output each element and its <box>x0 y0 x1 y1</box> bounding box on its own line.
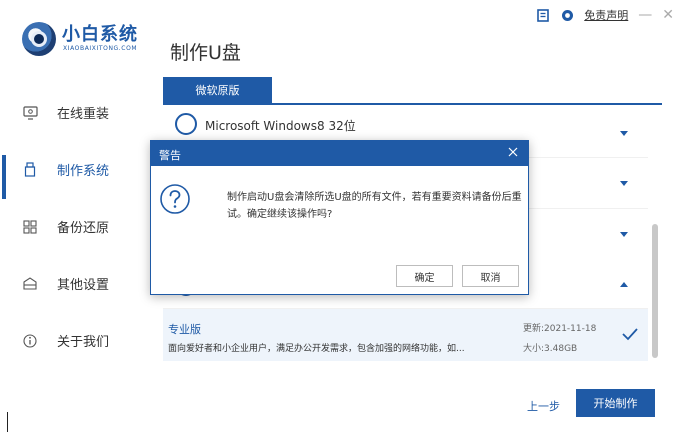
close-button[interactable]: ✕ <box>662 8 674 22</box>
disclaimer-link[interactable]: 免责声明 <box>584 7 628 23</box>
dialog-message: 制作启动U盘会清除所选U盘的所有文件，若有重要资料请备份后重试。确定继续该操作吗… <box>227 192 522 220</box>
window-edge-mark <box>0 412 8 432</box>
sidebar: 在线重装 制作系统 备份还原 其他设置 关于我们 <box>0 84 150 369</box>
box-icon <box>22 276 38 292</box>
sidebar-item-other-settings[interactable]: 其他设置 <box>0 255 150 312</box>
warning-dialog: 警告 制作启动U盘会清除所选U盘的所有文件，若有重要资料请备份后重试。确定继续该… <box>150 140 529 295</box>
close-icon[interactable] <box>506 145 520 159</box>
edition-update-date: 更新:2021-11-18 <box>523 324 597 334</box>
start-making-button[interactable]: 开始制作 <box>576 389 655 417</box>
os-name: Microsoft Windows8 32位 <box>205 119 356 133</box>
edition-size: 大小:3.48GB <box>523 344 578 354</box>
list-scrollbar[interactable] <box>652 224 658 358</box>
sidebar-item-label: 其他设置 <box>57 278 110 293</box>
active-indicator <box>2 155 6 199</box>
edition-title: 专业版 <box>168 323 201 336</box>
question-icon <box>160 184 190 214</box>
feedback-icon[interactable] <box>536 8 550 22</box>
edition-description: 面向爱好者和小企业用户，满足办公开发需求，包含加强的网络功能，如... <box>168 344 465 354</box>
minimize-button[interactable]: — <box>638 8 652 22</box>
logo: 小白系统 XIAOBAIXITONG.COM <box>22 20 162 60</box>
sidebar-item-online-reinstall[interactable]: 在线重装 <box>0 84 150 141</box>
chevron-down-icon[interactable] <box>620 181 628 186</box>
usb-icon <box>22 162 38 178</box>
logo-text: 小白系统 <box>62 24 138 45</box>
sidebar-item-backup-restore[interactable]: 备份还原 <box>0 198 150 255</box>
sidebar-item-label: 在线重装 <box>57 107 110 122</box>
logo-mark <box>22 22 56 56</box>
support-icon[interactable] <box>560 8 574 22</box>
page-title: 制作U盘 <box>170 42 241 64</box>
dialog-title: 警告 <box>159 149 181 162</box>
confirm-button[interactable]: 确定 <box>396 265 453 287</box>
chevron-up-icon[interactable] <box>620 282 628 287</box>
previous-step-button[interactable]: 上一步 <box>527 398 560 414</box>
tab-microsoft-original[interactable]: 微软原版 <box>163 77 272 103</box>
window-controls: 免责声明 — ✕ <box>536 6 674 24</box>
edition-item-selected[interactable]: 专业版 面向爱好者和小企业用户，满足办公开发需求，包含加强的网络功能，如... … <box>163 309 648 361</box>
monitor-icon <box>22 105 38 121</box>
cancel-button[interactable]: 取消 <box>462 265 519 287</box>
chevron-down-icon[interactable] <box>620 232 628 237</box>
sidebar-item-make-system[interactable]: 制作系统 <box>0 141 150 199</box>
sidebar-item-label: 备份还原 <box>57 221 110 236</box>
check-icon <box>622 328 638 341</box>
dialog-header: 警告 <box>151 141 528 166</box>
sidebar-item-about-us[interactable]: 关于我们 <box>0 312 150 369</box>
sidebar-item-label: 制作系统 <box>57 164 110 179</box>
tab-underline <box>163 103 662 105</box>
info-icon <box>22 333 38 349</box>
sidebar-item-label: 关于我们 <box>57 335 110 350</box>
logo-subtext: XIAOBAIXITONG.COM <box>63 45 138 52</box>
chevron-down-icon[interactable] <box>620 131 628 136</box>
app-window: 小白系统 XIAOBAIXITONG.COM 制作U盘 免责声明 — ✕ 在线重… <box>0 0 684 432</box>
os-logo-icon <box>175 113 197 135</box>
grid-icon <box>22 219 38 235</box>
